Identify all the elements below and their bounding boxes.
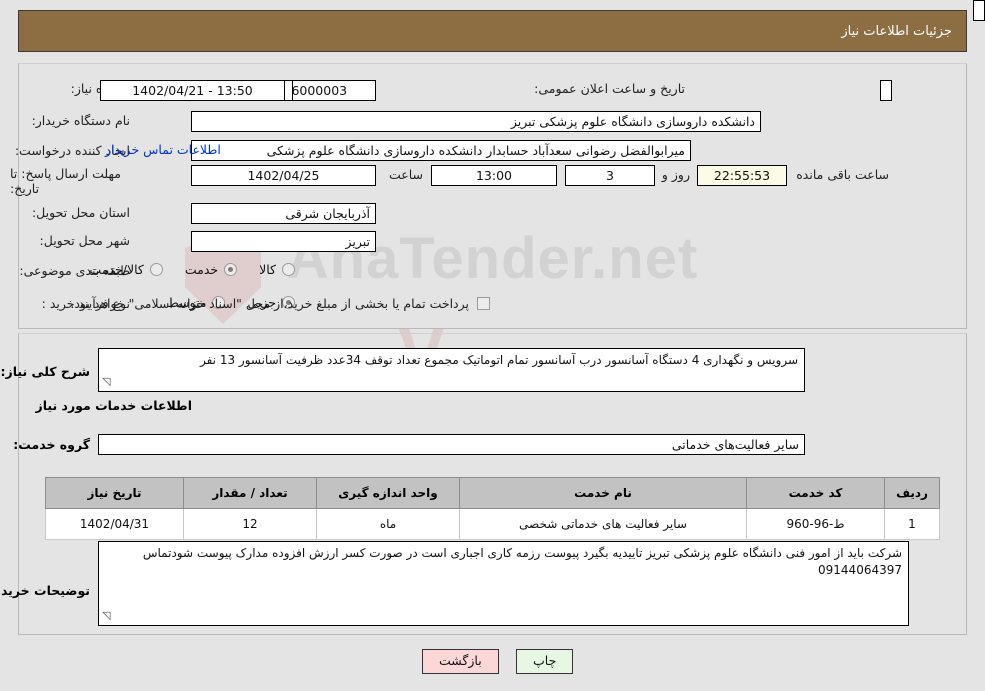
treasury-bond-checkbox-row[interactable]: پرداخت تمام یا بخشی از مبلغ خرید،از محل … [70,296,490,311]
city-label-row: شهر محل تحویل: [40,233,130,248]
summary-label: شرح کلی نیاز: [0,364,90,379]
public-announce-label-row: تاریخ و ساعت اعلان عمومی: [534,81,685,96]
summary-label-row: شرح کلی نیاز: [1,364,90,379]
checkbox-icon[interactable] [477,297,490,310]
days-field[interactable]: 3 [565,165,655,186]
province-label: استان محل تحویل: [31,205,130,220]
service-group-label: گروه خدمت: [13,437,90,452]
category-option-label-2: کالا/خدمت [89,262,144,277]
notes-label: توضیحات خریدار: [0,583,90,598]
deadline-date-field[interactable]: 1402/04/25 [191,165,376,186]
cell-unit: ماه [316,508,460,540]
service-group-field[interactable]: سایر فعالیت‌های خدماتی [98,434,805,455]
buyer-org-field[interactable]: دانشکده داروسازی دانشگاه علوم پزشکی تبری… [191,111,761,132]
summary-textarea[interactable]: سرویس و نگهداری 4 دستگاه آسانسور درب آسا… [98,348,805,392]
table-header-row: ردیف کد خدمت نام خدمت واحد اندازه گیری ت… [45,477,940,509]
buyer-contact-link[interactable]: اطلاعات تماس خریدار [105,142,221,157]
resize-grip-icon[interactable]: ◸ [102,373,110,390]
buyer-notes-textarea[interactable]: شرکت باید از امور فنی دانشگاه علوم پزشکی… [98,541,909,626]
remaining-time-field[interactable]: 22:55:53 [697,165,787,186]
resize-grip-icon[interactable]: ◸ [102,607,110,624]
category-radio-group: کالا خدمت کالا/خدمت [67,262,295,277]
category-option-label-0: کالا [259,262,276,277]
category-option-label-1: خدمت [184,262,219,277]
radio-icon-selected[interactable] [224,263,238,276]
days-label: روز و [661,167,690,182]
radio-icon[interactable] [149,263,163,276]
col-unit: واحد اندازه گیری [316,477,460,509]
col-date: تاریخ نیاز [45,477,184,509]
cell-code: ط-96-960 [746,508,885,540]
category-option-kala-khedmat[interactable]: کالا/خدمت [89,262,163,277]
hour-field[interactable]: 13:00 [431,165,557,186]
page-header: جزئیات اطلاعات نیاز [18,10,967,52]
cell-radif: 1 [884,508,940,540]
deadline-label-row: مهلت ارسال پاسخ: تا تاریخ: [10,166,130,197]
deadline-label: مهلت ارسال پاسخ: تا تاریخ: [10,166,121,196]
summary-text: سرویس و نگهداری 4 دستگاه آسانسور درب آسا… [199,353,798,367]
province-field[interactable]: آذربایجان شرقی [191,203,376,224]
public-announce-field[interactable]: 13:50 - 1402/04/21 [100,80,285,101]
province-label-row: استان محل تحویل: [32,205,130,220]
buyer-org-label: نام دستگاه خریدار: [31,113,130,128]
col-code: کد خدمت [746,477,885,509]
treasury-bond-label: پرداخت تمام یا بخشی از مبلغ خرید،از محل … [70,296,469,311]
requester-field[interactable]: میرابوالفضل رضوانی سعدآباد حسابدار دانشک… [191,140,691,161]
print-button[interactable]: چاپ [516,649,574,674]
city-label: شهر محل تحویل: [39,233,130,248]
col-name: نام خدمت [459,477,747,509]
buyer-org-label-row: نام دستگاه خریدار: [32,113,130,128]
page-title: جزئیات اطلاعات نیاز [841,23,952,39]
services-section-title: اطلاعات خدمات مورد نیاز [35,398,193,413]
col-qty: تعداد / مقدار [183,477,317,509]
notes-label-row: توضیحات خریدار: [0,583,90,598]
page-root: AnaTender.net V جزئیات اطلاعات نیاز شمار… [0,0,985,691]
city-field[interactable]: تبریز [191,231,376,252]
cell-qty: 12 [183,508,317,540]
radio-icon[interactable] [282,263,295,276]
cell-date: 1402/04/31 [45,508,184,540]
service-group-label-row: گروه خدمت: [13,437,90,452]
hour-label: ساعت [388,167,423,182]
table-row: 1 ط-96-960 سایر فعالیت های خدماتی شخصی م… [45,508,940,540]
category-option-khedmat[interactable]: خدمت [184,262,238,277]
col-radif: ردیف [884,477,940,509]
remaining-time-label: ساعت باقی مانده [796,167,889,182]
public-announce-label: تاریخ و ساعت اعلان عمومی: [534,81,685,96]
cell-name: سایر فعالیت های خدماتی شخصی [459,508,747,540]
buyer-notes-text: شرکت باید از امور فنی دانشگاه علوم پزشکی… [142,546,902,577]
category-option-kala[interactable]: کالا [259,262,295,277]
services-table: ردیف کد خدمت نام خدمت واحد اندازه گیری ت… [45,477,940,540]
back-button[interactable]: بازگشت [422,649,499,674]
need-info-panel [18,63,967,329]
